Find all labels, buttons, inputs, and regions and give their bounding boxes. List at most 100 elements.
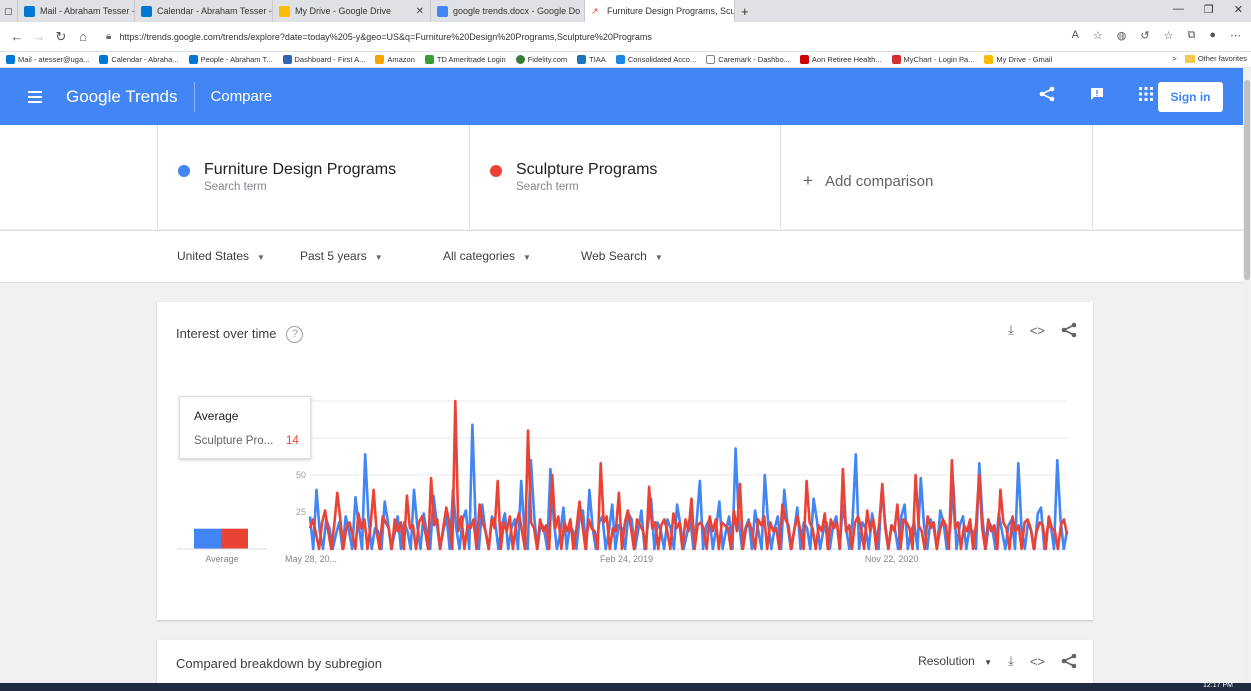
- interest-over-time-card: Interest over time? ⤓ <> 100755025 May 2…: [157, 302, 1093, 620]
- favorites-icon[interactable]: ☆: [1164, 29, 1174, 42]
- outlook-icon: [24, 5, 35, 17]
- minimize-icon[interactable]: —: [1173, 3, 1184, 16]
- taskbar-clock: 12:17 PM: [1203, 682, 1233, 689]
- home-icon[interactable]: ⌂: [72, 29, 94, 44]
- tab-label: Furniture Design Programs, Scul: [607, 6, 735, 16]
- term-sculpture[interactable]: Sculpture Programs Search term: [469, 125, 780, 229]
- add-comparison-button[interactable]: + Add comparison: [780, 125, 1093, 229]
- tab-calendar[interactable]: Calendar - Abraham Tesser - Out ✕: [135, 0, 273, 22]
- forward-icon[interactable]: →: [28, 29, 50, 44]
- tab-google-docs[interactable]: google trends.docx - Google Do ✕: [431, 0, 585, 22]
- more-icon[interactable]: ⋯: [1230, 29, 1241, 42]
- window-close-icon[interactable]: ✕: [1234, 3, 1243, 16]
- new-tab-button[interactable]: +: [735, 0, 755, 22]
- share-icon[interactable]: [1061, 653, 1077, 669]
- browser-tab-bar: ▢ Mail - Abraham Tesser - Outlook ✕ Cale…: [0, 0, 1251, 22]
- restore-icon[interactable]: ❐: [1204, 3, 1214, 16]
- category-dropdown[interactable]: All categories ▼: [443, 249, 531, 263]
- favorite-item[interactable]: Fidelity.com: [515, 55, 568, 64]
- tab-google-drive[interactable]: My Drive - Google Drive ✕: [273, 0, 431, 22]
- page-scrollbar[interactable]: [1243, 68, 1251, 691]
- y-tick-label: 25: [296, 507, 306, 517]
- sign-in-button[interactable]: Sign in: [1158, 82, 1223, 112]
- scrollbar-thumb[interactable]: [1244, 80, 1250, 280]
- collections-icon[interactable]: ⧉: [1187, 29, 1195, 42]
- back-icon[interactable]: ←: [6, 29, 28, 44]
- favorite-label: Fidelity.com: [527, 55, 568, 64]
- search-type-dropdown[interactable]: Web Search ▼: [581, 249, 663, 263]
- tab-google-trends[interactable]: ↗ Furniture Design Programs, Scul ✕: [585, 0, 735, 22]
- favorite-item[interactable]: Consolidated Acco...: [615, 55, 696, 64]
- tooltip-title: Average: [194, 409, 239, 423]
- outlook-icon: [6, 55, 15, 64]
- header-actions: [1039, 86, 1153, 102]
- bank-icon: [282, 55, 292, 64]
- caret-down-icon: ▼: [654, 253, 663, 262]
- lock-icon: 🔒︎: [106, 31, 112, 42]
- people-icon: [188, 55, 198, 64]
- card-actions: Resolution ▼ ⤓ <>: [918, 653, 1077, 669]
- other-favorites[interactable]: > Other favorites: [1168, 54, 1247, 63]
- trends-icon: ↗: [591, 5, 602, 17]
- refresh-extension-icon[interactable]: ↺: [1140, 29, 1149, 42]
- favorite-item[interactable]: Caremark - Dashbo...: [706, 55, 790, 64]
- region-dropdown[interactable]: United States ▼: [177, 249, 265, 263]
- google-drive-icon: [279, 5, 290, 17]
- trends-header: Google Trends Compare Sign in: [0, 68, 1243, 125]
- favorite-item[interactable]: My Drive - Gmail: [984, 55, 1052, 64]
- x-tick-label: Feb 24, 2019: [600, 554, 653, 564]
- caret-down-icon: ▼: [257, 253, 265, 262]
- hamburger-menu-icon[interactable]: [28, 90, 42, 103]
- term-furniture-design[interactable]: Furniture Design Programs Search term: [157, 125, 469, 229]
- series-color-dot: [490, 165, 502, 177]
- apps-grid-icon[interactable]: [1139, 87, 1153, 101]
- resolution-dropdown[interactable]: Resolution ▼: [918, 654, 992, 668]
- card-title: Compared breakdown by subregion: [176, 656, 382, 671]
- favorites-bar: Mail - atesser@uga... Calendar - Abraha.…: [0, 52, 1251, 68]
- favorite-item[interactable]: Mail - atesser@uga...: [6, 55, 89, 64]
- td-ameritrade-icon: [424, 55, 434, 64]
- browser-toolbar-icons: A ☆ ◍ ↺ ☆ ⧉ ● ⋯: [1072, 29, 1241, 42]
- download-icon[interactable]: ⤓: [1008, 653, 1014, 669]
- profile-icon[interactable]: ●: [1209, 29, 1216, 42]
- url-field[interactable]: https://trends.google.com/trends/explore…: [119, 32, 652, 42]
- term-type: Search term: [516, 181, 579, 193]
- add-comparison[interactable]: + Add comparison: [803, 171, 933, 191]
- close-icon[interactable]: ✕: [410, 6, 424, 17]
- favorite-label: MyChart - Login Pa...: [903, 55, 975, 64]
- favorite-item[interactable]: Dashboard - First A...: [282, 55, 366, 64]
- tab-outlook-mail[interactable]: Mail - Abraham Tesser - Outlook ✕: [18, 0, 135, 22]
- favorite-item[interactable]: Aon Retiree Health...: [799, 55, 882, 64]
- average-bars-label: Average: [205, 554, 238, 564]
- favorite-star-icon[interactable]: ☆: [1093, 29, 1103, 42]
- favorite-item[interactable]: Calendar - Abraha...: [99, 55, 179, 64]
- tab-label: google trends.docx - Google Do: [453, 6, 581, 16]
- embed-icon[interactable]: <>: [1030, 654, 1045, 669]
- tab-actions-icon[interactable]: ▢: [0, 0, 18, 22]
- interest-chart[interactable]: 100755025 May 28, 20...Feb 24, 2019Nov 2…: [157, 302, 1093, 620]
- tooltip-series-label: Sculpture Pro...: [194, 435, 274, 447]
- term-type: Search term: [204, 181, 267, 193]
- page-icon: [706, 55, 716, 64]
- time-range-dropdown[interactable]: Past 5 years ▼: [300, 249, 383, 263]
- favorite-item[interactable]: Amazon: [375, 55, 415, 64]
- favorite-label: TD Ameritrade Login: [436, 55, 506, 64]
- tab-label: My Drive - Google Drive: [295, 6, 392, 16]
- google-trends-logo[interactable]: Google Trends: [66, 87, 178, 107]
- plus-icon: +: [803, 171, 813, 190]
- read-aloud-icon[interactable]: A: [1072, 29, 1079, 42]
- favorite-label: Dashboard - First A...: [294, 55, 366, 64]
- favorite-item[interactable]: People - Abraham T...: [188, 55, 273, 64]
- term-name[interactable]: Furniture Design Programs: [204, 161, 396, 179]
- term-name[interactable]: Sculpture Programs: [516, 161, 657, 179]
- favorite-item[interactable]: TD Ameritrade Login: [424, 55, 506, 64]
- favorite-item[interactable]: TIAA: [577, 55, 606, 64]
- mychart-icon: [891, 55, 901, 64]
- feedback-icon[interactable]: [1089, 86, 1105, 102]
- refresh-icon[interactable]: ↻: [50, 29, 72, 45]
- share-icon[interactable]: [1039, 86, 1055, 102]
- chevron-right-icon[interactable]: >: [1172, 54, 1176, 63]
- favorite-item[interactable]: MyChart - Login Pa...: [891, 55, 975, 64]
- extension-icon[interactable]: ◍: [1117, 29, 1127, 42]
- average-tooltip: Average Sculpture Pro... 14: [179, 396, 311, 459]
